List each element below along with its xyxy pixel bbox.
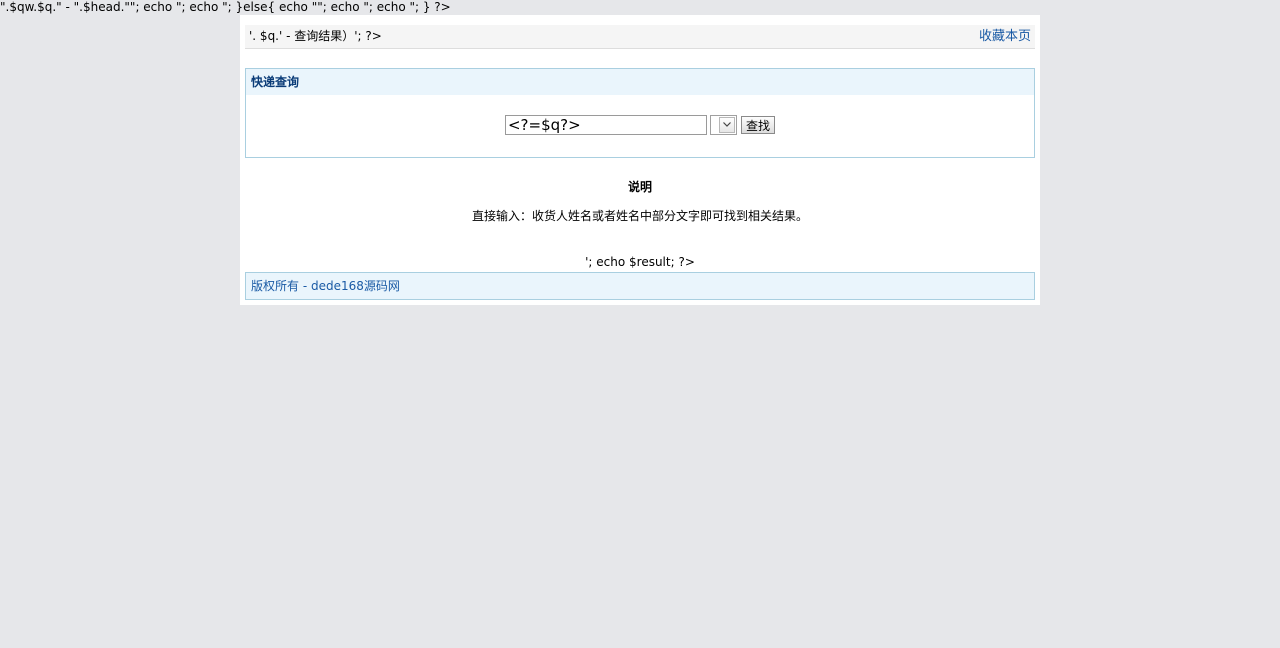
courier-select[interactable] bbox=[709, 115, 737, 135]
description-title: 说明 bbox=[627, 180, 652, 194]
chevron-down-icon bbox=[723, 122, 731, 127]
description-text: 直接输入：收货人姓名或者姓名中部分文字即可找到相关结果。 bbox=[471, 209, 808, 223]
query-panel: 快递查询 查找 bbox=[245, 68, 1035, 158]
page-title: '. $q.' - 查询结果）'; ?> bbox=[249, 29, 382, 43]
result-output-text: '; echo $result; ?> bbox=[585, 255, 695, 269]
query-panel-heading: 快递查询 bbox=[246, 69, 1034, 95]
search-form: 查找 bbox=[246, 115, 1034, 137]
copyright-link[interactable]: 版权所有 - dede168源码网 bbox=[246, 279, 400, 293]
main-container: '. $q.' - 查询结果）'; ?> 收藏本页 快递查询 查找 说明 直接输… bbox=[240, 15, 1040, 305]
bookmark-page-link[interactable]: 收藏本页 bbox=[979, 25, 1031, 48]
search-input[interactable] bbox=[504, 115, 707, 135]
raw-php-output-text: ".$qw.$q." - ".$head.""; echo "; echo ";… bbox=[0, 0, 451, 14]
dropdown-arrow-button[interactable] bbox=[718, 117, 735, 133]
search-button[interactable]: 查找 bbox=[740, 116, 775, 134]
footer-bar: 版权所有 - dede168源码网 bbox=[245, 272, 1035, 300]
top-bar: '. $q.' - 查询结果）'; ?> 收藏本页 bbox=[245, 25, 1035, 49]
